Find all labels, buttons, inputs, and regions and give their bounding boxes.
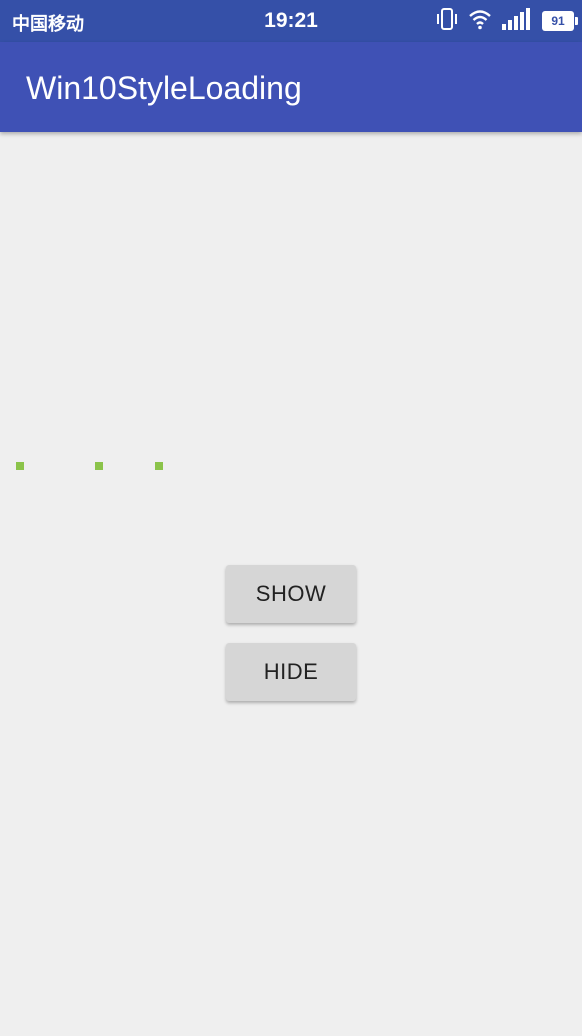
status-icons: 91 xyxy=(426,7,578,36)
app-bar: Win10StyleLoading xyxy=(0,42,582,132)
loading-dot xyxy=(155,462,163,470)
show-button[interactable]: SHOW xyxy=(226,565,356,623)
status-bar: 中国移动 19:21 91 xyxy=(0,0,582,42)
hide-button[interactable]: HIDE xyxy=(226,643,356,701)
wifi-icon xyxy=(468,8,492,35)
win10-loading-indicator xyxy=(0,0,582,1036)
vibrate-icon xyxy=(436,7,458,36)
battery-icon: 91 xyxy=(542,11,578,31)
loading-dot xyxy=(16,462,24,470)
app-title: Win10StyleLoading xyxy=(26,70,302,106)
loading-dot xyxy=(95,462,103,470)
signal-icon xyxy=(502,7,532,35)
